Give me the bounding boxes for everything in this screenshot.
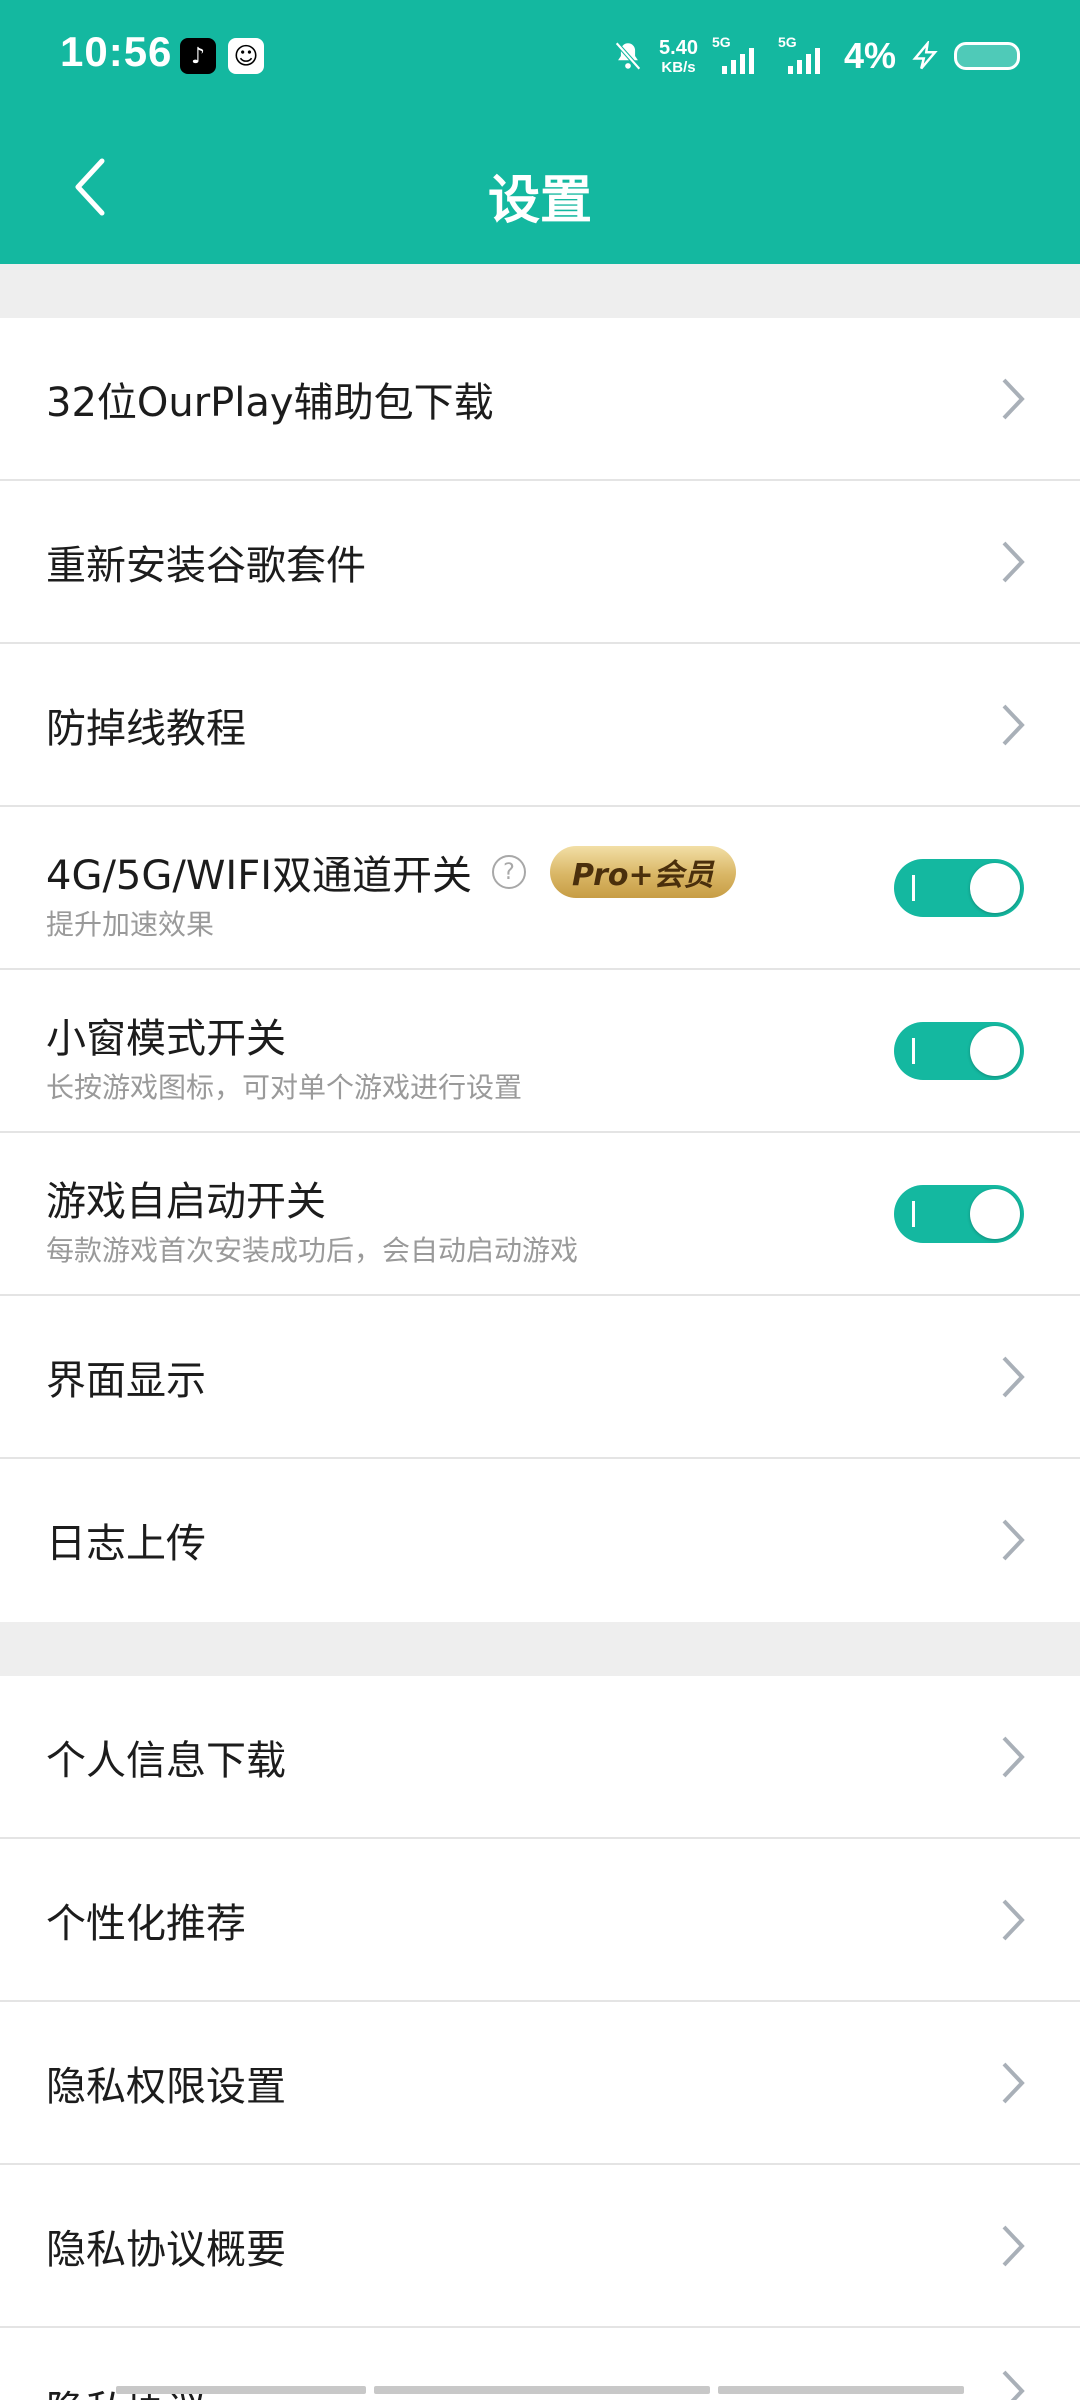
setting-label: 游戏自启动开关: [46, 1179, 326, 1225]
dual-channel-toggle[interactable]: [894, 859, 1024, 917]
charging-icon: [912, 41, 938, 70]
setting-label: 日志上传: [46, 1520, 206, 1567]
chevron-right-icon: [1002, 704, 1025, 746]
network-speed-unit: KB/s: [661, 58, 696, 76]
chevron-right-icon: [1002, 1736, 1025, 1778]
setting-interface-display[interactable]: 界面显示: [0, 1296, 1080, 1459]
setting-label: 界面显示: [46, 1357, 206, 1404]
setting-label: 重新安装谷歌套件: [46, 542, 366, 589]
setting-label: 个性化推荐: [46, 1900, 246, 1947]
chevron-right-icon: [1002, 1356, 1025, 1398]
setting-label-group: 4G/5G/WIFI双通道开关 ? Pro+会员: [46, 843, 736, 901]
network-speed: 5.40 KB/s: [659, 38, 698, 75]
setting-game-autostart: 游戏自启动开关 每款游戏首次安装成功后，会自动启动游戏: [0, 1133, 1080, 1296]
help-icon[interactable]: ?: [492, 855, 526, 889]
game-autostart-toggle[interactable]: [894, 1185, 1024, 1243]
tiktok-icon: ♪: [180, 38, 216, 74]
setting-personal-info-download[interactable]: 个人信息下载: [0, 1676, 1080, 1839]
network-speed-value: 5.40: [659, 36, 698, 59]
setting-label: 防掉线教程: [46, 705, 246, 752]
page-title: 设置: [487, 171, 592, 231]
status-time: 10:56: [60, 28, 173, 75]
setting-dual-channel: 4G/5G/WIFI双通道开关 ? Pro+会员 提升加速效果: [0, 807, 1080, 970]
settings-list: 32位OurPlay辅助包下载 重新安装谷歌套件 防掉线教程 4G/5G/WIF…: [0, 264, 1080, 2328]
battery-percent: 4%: [843, 35, 896, 76]
chevron-right-icon: [1002, 1519, 1025, 1561]
gesture-bar: [116, 2386, 964, 2394]
status-bar: 10:56 ♪ ☺ 5.40 KB/s 5G 5G 4%: [0, 0, 1080, 112]
chevron-right-icon: [1002, 2062, 1025, 2104]
chevron-right-icon: [1002, 541, 1025, 583]
chevron-right-icon: [1002, 2225, 1025, 2267]
setting-privacy-summary[interactable]: 隐私协议概要: [0, 2165, 1080, 2328]
setting-label: 小窗模式开关: [46, 1016, 286, 1062]
sim2-signal-icon: 5G: [778, 34, 830, 76]
setting-reinstall-google-suite[interactable]: 重新安装谷歌套件: [0, 481, 1080, 644]
status-indicators: 5.40 KB/s 5G 5G 4%: [611, 32, 1020, 80]
battery-icon: [954, 42, 1020, 70]
chevron-right-icon: [1002, 1899, 1025, 1941]
setting-privacy-permissions[interactable]: 隐私权限设置: [0, 2002, 1080, 2165]
sim1-signal-icon: 5G: [712, 34, 764, 76]
setting-log-upload[interactable]: 日志上传: [0, 1459, 1080, 1622]
setting-label: 32位OurPlay辅助包下载: [46, 379, 494, 426]
setting-description: 每款游戏首次安装成功后，会自动启动游戏: [46, 1234, 579, 1267]
setting-label: 隐私权限设置: [46, 2063, 286, 2110]
setting-personalized-recommendation[interactable]: 个性化推荐: [0, 1839, 1080, 2002]
setting-anti-disconnect-tutorial[interactable]: 防掉线教程: [0, 644, 1080, 807]
setting-label: 4G/5G/WIFI双通道开关: [46, 853, 472, 899]
setting-label: 个人信息下载: [46, 1737, 286, 1784]
section-gap: [0, 1622, 1080, 1676]
app-header: 设置: [0, 112, 1080, 264]
qq-icon: ☺: [228, 38, 264, 74]
setting-description: 提升加速效果: [46, 908, 215, 941]
setting-description: 长按游戏图标，可对单个游戏进行设置: [46, 1071, 523, 1104]
bell-muted-icon: [615, 41, 641, 71]
section-gap: [0, 264, 1080, 318]
chevron-right-icon: [1002, 2370, 1025, 2400]
setting-floating-window: 小窗模式开关 长按游戏图标，可对单个游戏进行设置: [0, 970, 1080, 1133]
pro-member-badge[interactable]: Pro+会员: [550, 846, 736, 898]
chevron-right-icon: [1002, 378, 1025, 420]
setting-32bit-helper-download[interactable]: 32位OurPlay辅助包下载: [0, 318, 1080, 481]
setting-label: 隐私协议概要: [46, 2226, 286, 2273]
floating-window-toggle[interactable]: [894, 1022, 1024, 1080]
setting-privacy-agreement[interactable]: 隐私协议: [0, 2330, 1080, 2400]
